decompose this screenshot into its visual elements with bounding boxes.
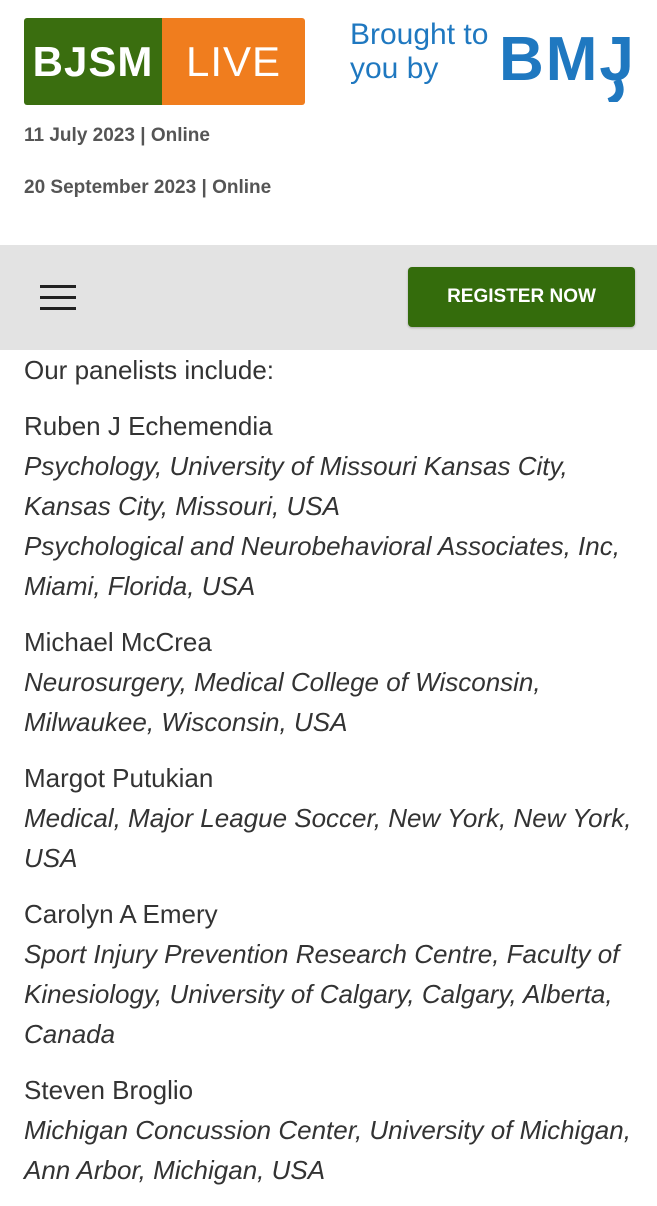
panelist-affiliation: Michigan Concussion Center, University o… <box>24 1115 631 1185</box>
register-now-button[interactable]: REGISTER NOW <box>408 267 635 327</box>
panelist-affiliation: Sport Injury Prevention Research Centre,… <box>24 939 620 1049</box>
panelist-entry: Ruben J Echemendia Psychology, Universit… <box>24 406 644 606</box>
panelist-affiliation: Neurosurgery, Medical College of Wiscons… <box>24 667 541 737</box>
panelist-name: Ruben J Echemendia <box>24 411 273 441</box>
date-mode: Online <box>150 125 210 146</box>
bjsm-live-logo[interactable]: BJSM LIVE <box>24 18 305 105</box>
hamburger-menu-icon[interactable] <box>40 285 76 311</box>
panelist-name: Steven Broglio <box>24 1075 194 1105</box>
bmj-logo[interactable]: BMJ <box>497 22 637 102</box>
panelists-intro: Our panelists include: <box>24 355 275 385</box>
logo-live-text: LIVE <box>162 18 305 105</box>
date-text: 11 July 2023 <box>24 125 135 146</box>
panelist-affiliation: Psychological and Neurobehavioral Associ… <box>24 531 620 601</box>
nav-bar: REGISTER NOW <box>0 245 657 350</box>
panelist-name: Margot Putukian <box>24 763 214 793</box>
site-header: BJSM LIVE Brought to you by BMJ 11 July … <box>0 0 657 245</box>
panelist-entry: Margot Putukian Medical, Major League So… <box>24 758 644 878</box>
panelist-entry: Carolyn A Emery Sport Injury Prevention … <box>24 894 644 1054</box>
panelist-name: Michael McCrea <box>24 627 212 657</box>
date-text: 20 September 2023 <box>24 177 197 198</box>
panelist-name: Carolyn A Emery <box>24 899 218 929</box>
date-separator: | <box>140 125 146 146</box>
date-separator: | <box>201 177 207 198</box>
brought-by-text: Brought to you by <box>350 18 489 85</box>
panelist-entry: Steven Broglio Michigan Concussion Cente… <box>24 1070 644 1190</box>
logo-bjsm-text: BJSM <box>24 18 162 105</box>
event-date-1: 11 July 2023 | Online <box>24 124 271 148</box>
date-mode: Online <box>212 177 272 198</box>
panelist-affiliation: Psychology, University of Missouri Kansa… <box>24 451 568 521</box>
event-date-2: 20 September 2023 | Online <box>24 176 271 200</box>
event-dates: 11 July 2023 | Online 20 September 2023 … <box>24 124 271 200</box>
panelists-section: Our panelists include: Ruben J Echemendi… <box>24 350 644 1206</box>
panelist-affiliation: Medical, Major League Soccer, New York, … <box>24 803 632 873</box>
panelist-entry: Michael McCrea Neurosurgery, Medical Col… <box>24 622 644 742</box>
